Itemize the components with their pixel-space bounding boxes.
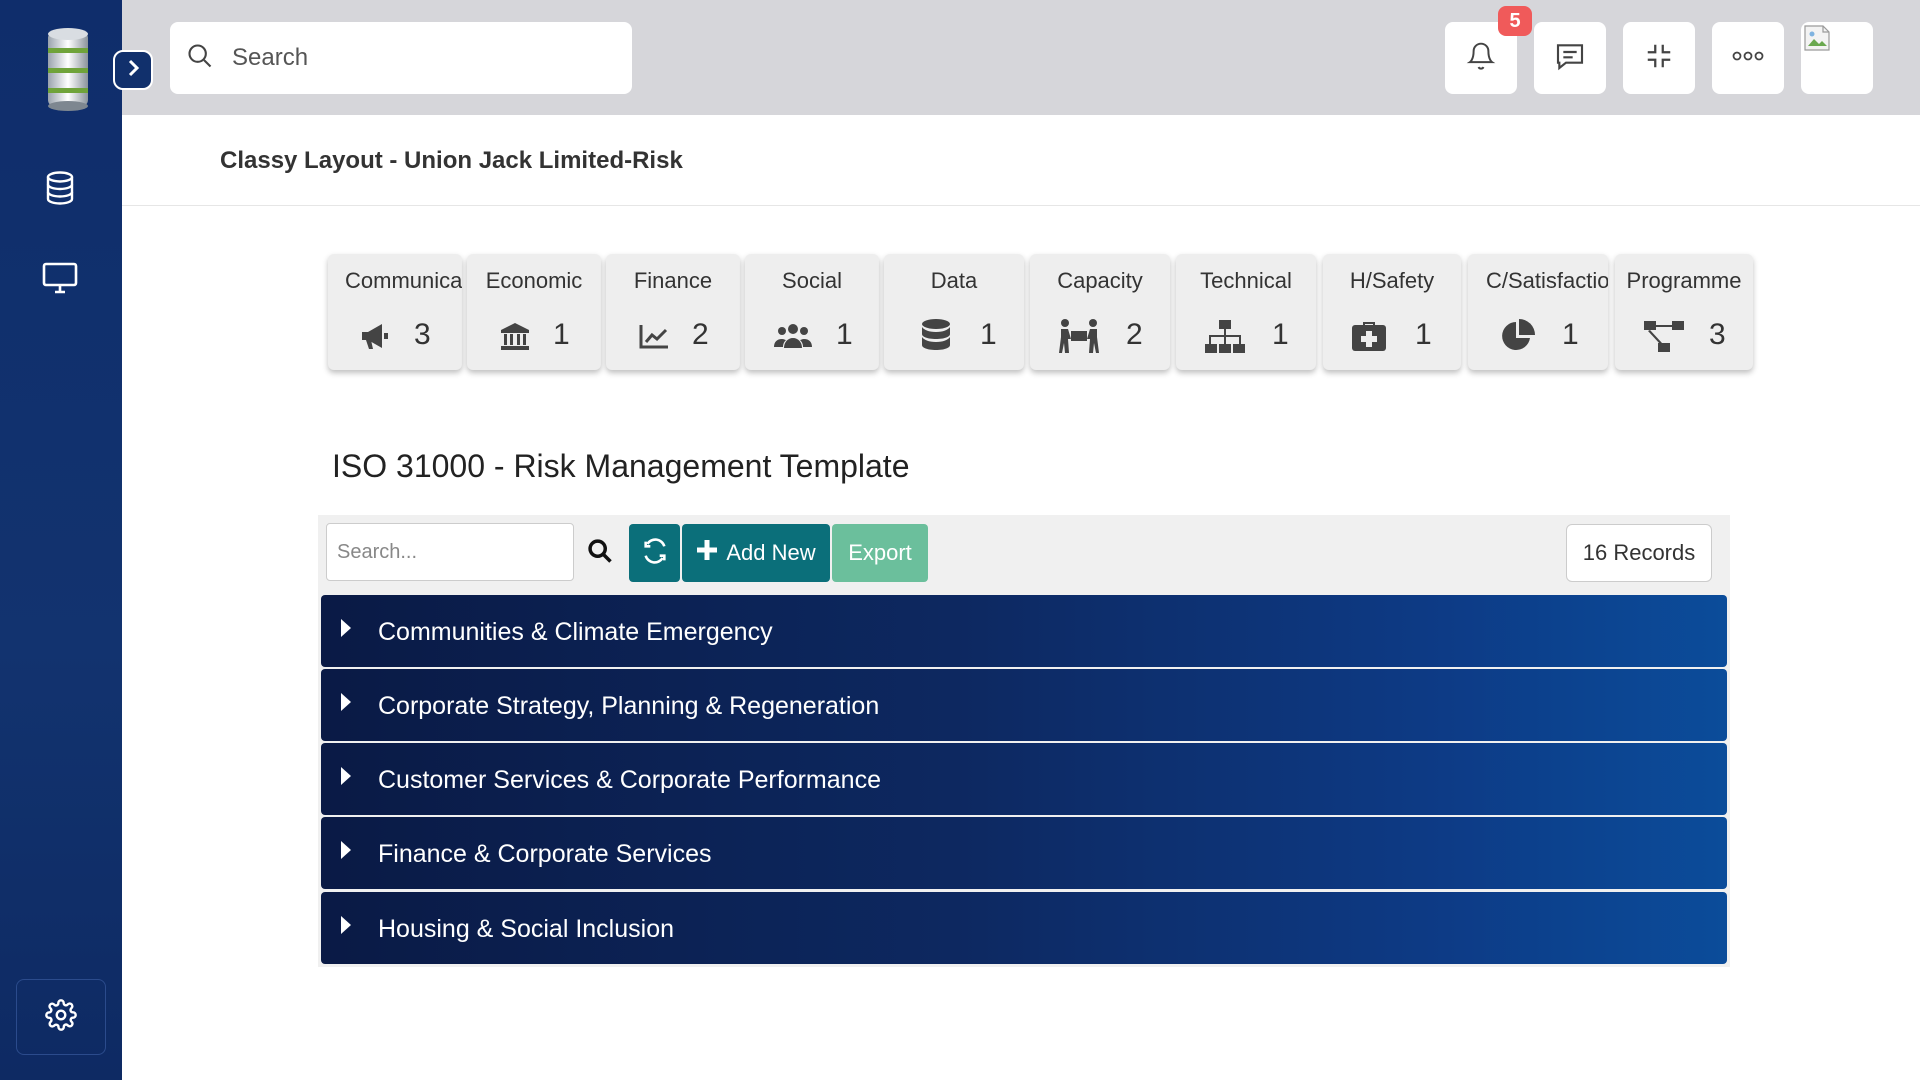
- sidebar-monitor-icon[interactable]: [40, 258, 80, 298]
- database-icon: [916, 316, 956, 356]
- pie-chart-icon: [1498, 316, 1538, 356]
- category-count: 1: [836, 318, 853, 351]
- category-count: 3: [414, 318, 431, 351]
- category-card-finance[interactable]: Finance 2: [606, 254, 740, 370]
- users-icon: [771, 316, 815, 356]
- breadcrumb: Classy Layout - Union Jack Limited-Risk: [122, 115, 1920, 206]
- sidebar-toggle-button[interactable]: [113, 50, 153, 90]
- sidebar: [0, 0, 122, 1080]
- caret-right-icon: [339, 691, 353, 713]
- category-label: Economic: [485, 268, 583, 293]
- group-label: Customer Services & Corporate Performanc…: [378, 766, 881, 794]
- messages-button[interactable]: [1534, 22, 1606, 94]
- category-card-economic[interactable]: Economic 1: [467, 254, 601, 370]
- more-options-button[interactable]: [1712, 22, 1784, 94]
- group-row[interactable]: Communities & Climate Emergency: [321, 595, 1727, 667]
- caret-right-icon: [339, 914, 353, 936]
- category-card-capacity[interactable]: Capacity 2: [1030, 254, 1170, 370]
- category-card-csatisfaction[interactable]: C/Satisfaction 1: [1468, 254, 1608, 370]
- chevron-right-icon: [126, 59, 140, 82]
- medkit-icon: [1349, 316, 1389, 356]
- global-search-input[interactable]: [230, 43, 614, 73]
- category-count: 2: [1126, 318, 1143, 351]
- category-label: H/Safety: [1349, 268, 1435, 293]
- category-label: C/Satisfaction: [1486, 268, 1608, 293]
- grid-search-input[interactable]: [326, 523, 574, 581]
- fullscreen-exit-button[interactable]: [1623, 22, 1695, 94]
- group-label: Housing & Social Inclusion: [378, 915, 674, 943]
- avatar-broken-image-icon: [1803, 24, 1833, 59]
- sitemap-icon: [1202, 316, 1248, 356]
- settings-button[interactable]: [16, 979, 106, 1055]
- category-label: Technical: [1200, 268, 1292, 293]
- group-row[interactable]: Housing & Social Inclusion: [321, 892, 1727, 964]
- category-count: 1: [1415, 318, 1432, 351]
- group-row[interactable]: Corporate Strategy, Planning & Regenerat…: [321, 669, 1727, 741]
- add-new-button[interactable]: Add New: [682, 524, 830, 582]
- category-label: Capacity: [1057, 268, 1143, 293]
- category-count: 1: [980, 318, 997, 351]
- group-row[interactable]: Customer Services & Corporate Performanc…: [321, 743, 1727, 815]
- group-label: Corporate Strategy, Planning & Regenerat…: [378, 692, 880, 720]
- project-diagram-icon: [1641, 316, 1687, 356]
- category-card-social[interactable]: Social 1: [745, 254, 879, 370]
- ellipsis-icon: [1731, 49, 1765, 67]
- page-title: Classy Layout - Union Jack Limited-Risk: [220, 147, 683, 174]
- category-count: 2: [692, 318, 709, 351]
- search-icon: [186, 42, 214, 75]
- caret-right-icon: [339, 839, 353, 861]
- category-label: Finance: [633, 268, 713, 293]
- category-card-communications[interactable]: Communications 3: [328, 254, 462, 370]
- category-card-data[interactable]: Data 1: [884, 254, 1024, 370]
- search-icon[interactable]: [586, 537, 616, 567]
- caret-right-icon: [339, 617, 353, 639]
- caret-right-icon: [339, 765, 353, 787]
- category-label: Data: [930, 268, 978, 293]
- add-new-label: Add New: [726, 540, 816, 565]
- top-bar: [122, 0, 1920, 115]
- group-label: Finance & Corporate Services: [378, 840, 712, 868]
- records-count: 16 Records: [1566, 524, 1712, 582]
- chat-icon: [1554, 40, 1586, 77]
- risk-grid: Add New Export 16 Records Communities & …: [318, 515, 1730, 967]
- category-card-technical[interactable]: Technical 1: [1176, 254, 1316, 370]
- refresh-icon: [641, 537, 669, 570]
- people-carry-icon: [1056, 316, 1102, 356]
- user-avatar-button[interactable]: [1801, 22, 1873, 94]
- category-label: Social: [782, 268, 842, 293]
- bell-icon: [1466, 40, 1496, 77]
- plus-icon: [696, 539, 718, 567]
- database-logo-icon[interactable]: [44, 26, 92, 112]
- category-count: 1: [1272, 318, 1289, 351]
- category-count: 1: [1562, 318, 1579, 351]
- bank-icon: [495, 316, 535, 356]
- group-label: Communities & Climate Emergency: [378, 618, 773, 646]
- group-row[interactable]: Finance & Corporate Services: [321, 817, 1727, 889]
- category-card-hsafety[interactable]: H/Safety 1: [1323, 254, 1461, 370]
- notification-badge: 5: [1498, 6, 1532, 36]
- sidebar-database-icon[interactable]: [40, 168, 80, 208]
- category-label: Communications: [345, 268, 462, 293]
- category-card-programme[interactable]: Programme 3: [1615, 254, 1753, 370]
- section-title: ISO 31000 - Risk Management Template: [332, 448, 910, 484]
- category-label: Programme: [1626, 268, 1742, 293]
- compress-icon: [1644, 41, 1674, 76]
- category-count: 3: [1709, 318, 1726, 351]
- global-search-box[interactable]: [170, 22, 632, 94]
- export-button[interactable]: Export: [832, 524, 928, 582]
- megaphone-icon: [356, 316, 396, 356]
- gear-icon: [45, 998, 77, 1036]
- chart-line-icon: [634, 316, 674, 356]
- refresh-button[interactable]: [629, 524, 680, 582]
- category-count: 1: [553, 318, 570, 351]
